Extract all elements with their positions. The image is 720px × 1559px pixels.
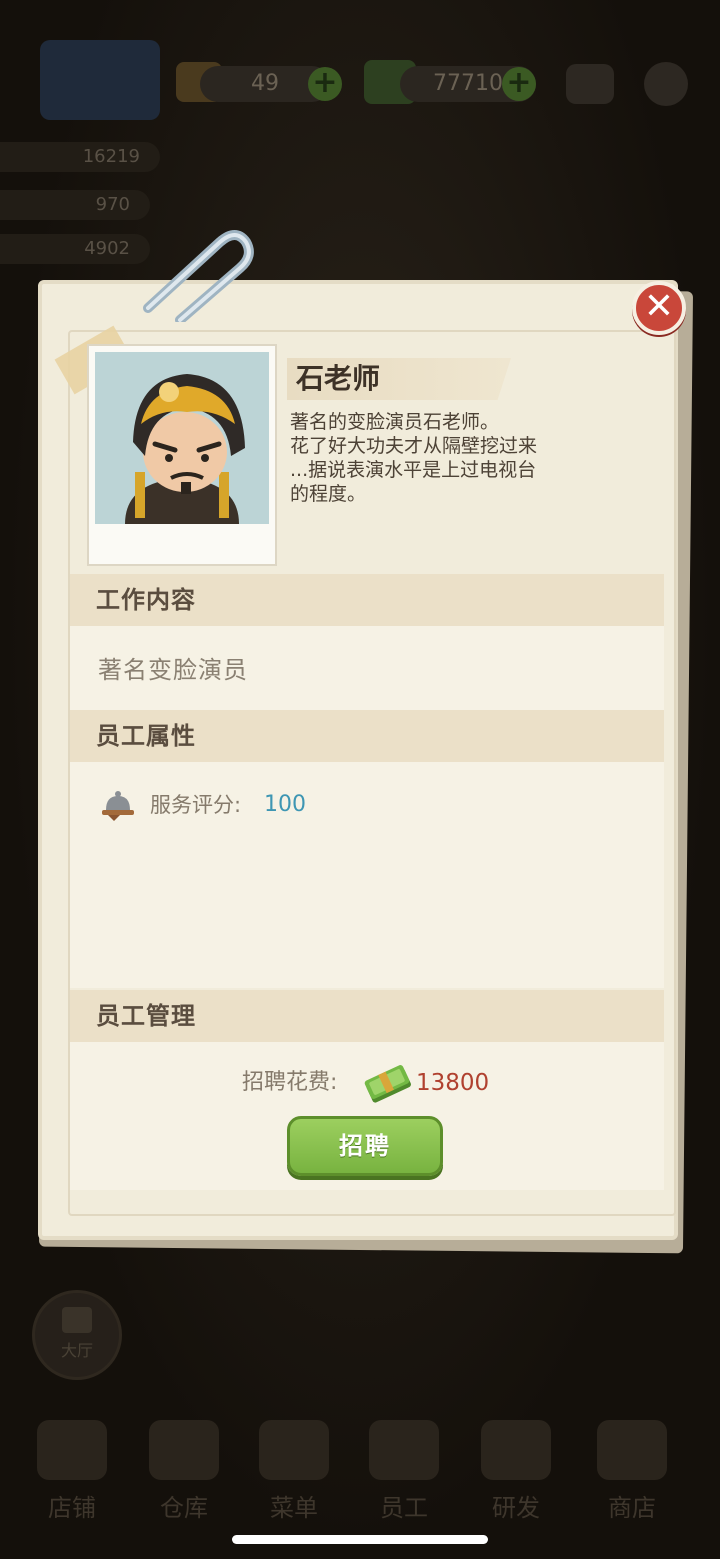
hire-button[interactable]: 招聘 (287, 1116, 443, 1176)
paperclip-icon (143, 230, 254, 322)
cash-stack-icon (364, 1065, 411, 1103)
top-resource-bar: 49 + 77710 + (0, 40, 720, 130)
job-description: 著名变脸演员 (98, 656, 248, 684)
nav-label: 仓库 (160, 1494, 208, 1522)
hall-button[interactable]: 大厅 (32, 1290, 122, 1380)
add-gems-button[interactable]: + (308, 67, 342, 101)
hire-cost-label: 招聘花费: (242, 1070, 338, 1095)
stat-row-1: 16219 (0, 142, 160, 172)
bottom-navigation: 店铺 仓库 菜单 员工 研发 商店 (0, 1420, 720, 1530)
description-line: 著名的变脸演员石老师。 (290, 411, 500, 433)
restaurant-emblem-icon (40, 40, 160, 120)
staff-portrait (95, 352, 269, 524)
close-icon: ✕ (643, 286, 675, 327)
face-changer-avatar-icon (95, 352, 269, 524)
add-cash-button[interactable]: + (502, 67, 536, 101)
nav-item-research[interactable]: 研发 (466, 1420, 566, 1523)
stat-row-2: 970 (0, 190, 150, 220)
storefront-icon (37, 1420, 107, 1480)
hire-cost-value: 13800 (416, 1070, 490, 1096)
clipboard-icon (259, 1420, 329, 1480)
nav-item-store[interactable]: 商店 (582, 1420, 682, 1523)
nav-item-staff[interactable]: 员工 (354, 1420, 454, 1523)
nav-label: 商店 (608, 1494, 656, 1522)
section-title: 员工管理 (96, 1002, 196, 1030)
section-header-attributes: 员工属性 (70, 710, 664, 762)
nav-item-shop-front[interactable]: 店铺 (22, 1420, 122, 1523)
pot-icon (481, 1420, 551, 1480)
service-bell-icon (102, 791, 134, 821)
gear-icon[interactable] (644, 62, 688, 106)
hall-button-label: 大厅 (60, 1341, 93, 1360)
section-title: 员工属性 (96, 722, 196, 750)
service-score-value: 100 (264, 792, 306, 817)
camera-icon[interactable] (566, 64, 614, 104)
nav-label: 菜单 (270, 1494, 318, 1522)
staff-description: 著名的变脸演员石老师。 花了好大功夫才从隔壁挖过来 ...据说表演水平是上过电视… (290, 410, 590, 506)
house-icon (62, 1307, 92, 1333)
staff-name: 石老师 (296, 362, 381, 395)
description-line: 的程度。 (290, 483, 367, 505)
staff-portrait-frame (87, 344, 277, 566)
nav-label: 员工 (380, 1494, 428, 1522)
nav-label: 研发 (492, 1494, 540, 1522)
description-line: 花了好大功夫才从隔壁挖过来 (290, 435, 538, 457)
store-icon (597, 1420, 667, 1480)
staff-icon (369, 1420, 439, 1480)
nav-item-menu[interactable]: 菜单 (244, 1420, 344, 1523)
section-header-work: 工作内容 (70, 574, 664, 626)
service-score-label: 服务评分: (150, 793, 242, 817)
box-icon (149, 1420, 219, 1480)
close-button[interactable]: ✕ (632, 281, 686, 335)
section-header-management: 员工管理 (70, 990, 664, 1042)
nav-item-warehouse[interactable]: 仓库 (134, 1420, 234, 1523)
section-title: 工作内容 (96, 586, 196, 614)
home-indicator[interactable] (232, 1535, 488, 1544)
nav-label: 店铺 (48, 1494, 96, 1522)
description-line: ...据说表演水平是上过电视台 (290, 459, 537, 481)
